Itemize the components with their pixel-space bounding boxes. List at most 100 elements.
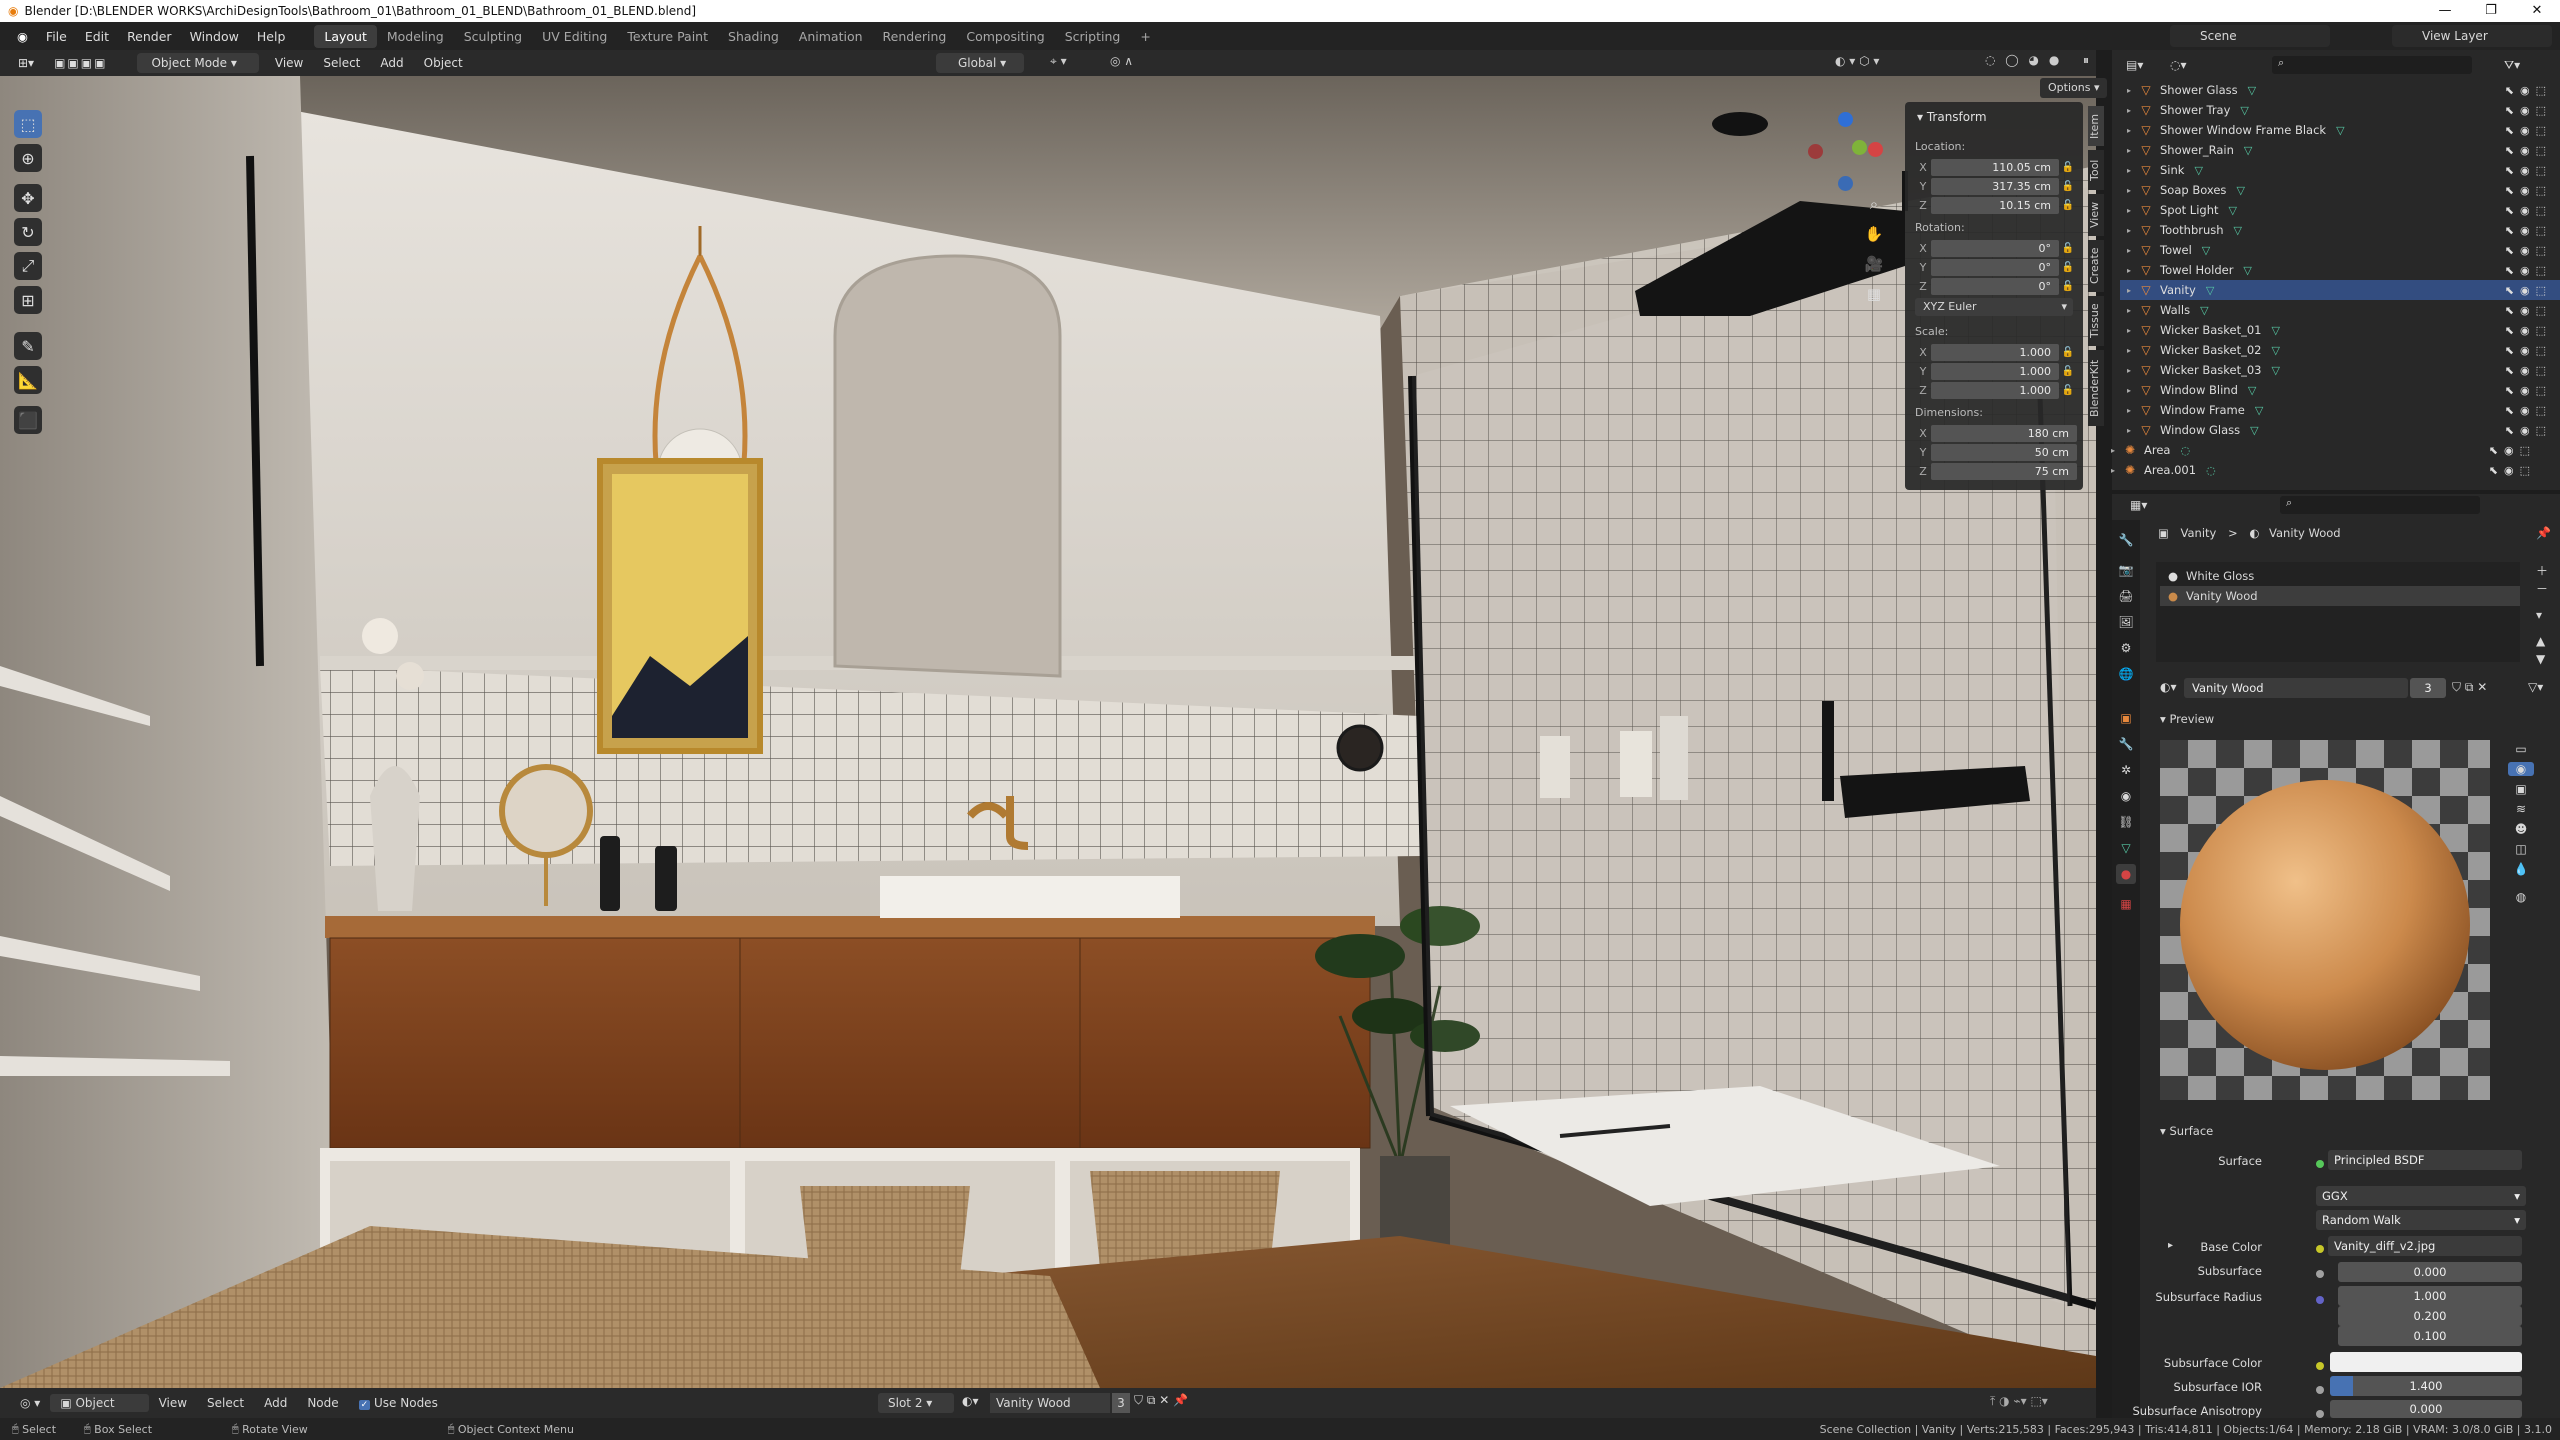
gizmo-z-icon[interactable] bbox=[1838, 112, 1853, 127]
outliner-item[interactable]: ▸ ▽ Window Glass ▽ ⬉◉⬚ bbox=[2120, 420, 2560, 440]
transform-tool[interactable]: ⊞ bbox=[14, 286, 42, 314]
lock-icon[interactable]: 🔓 bbox=[2059, 385, 2077, 396]
preview-fluid-icon[interactable]: 💧 bbox=[2508, 862, 2534, 876]
minimize-button[interactable]: — bbox=[2422, 0, 2468, 22]
expand-arrow-icon[interactable]: ▸ bbox=[2104, 446, 2122, 455]
expand-arrow-icon[interactable]: ▸ bbox=[2120, 86, 2138, 95]
rotation-y-field[interactable]: 0° bbox=[1931, 258, 2059, 276]
location-x-field[interactable]: 110.05 cm bbox=[1931, 158, 2059, 176]
expand-arrow-icon[interactable]: ▸ bbox=[2120, 106, 2138, 115]
visibility-toggles[interactable]: ⬉◉⬚ bbox=[2489, 464, 2536, 477]
menu-view[interactable]: View bbox=[149, 1396, 197, 1410]
menu-help[interactable]: Help bbox=[248, 29, 295, 44]
options-dropdown[interactable]: Options ▾ bbox=[2040, 78, 2108, 98]
tab-item[interactable]: Item bbox=[2088, 106, 2104, 146]
object-properties-icon[interactable]: ▣ bbox=[2116, 708, 2136, 728]
radius-y-field[interactable]: 0.200 bbox=[2338, 1306, 2522, 1326]
particles-icon[interactable]: ✲ bbox=[2116, 760, 2136, 780]
preview-world-icon[interactable]: ◍ bbox=[2508, 890, 2534, 904]
cursor-tool[interactable]: ⊕ bbox=[14, 144, 42, 172]
tab-scripting[interactable]: Scripting bbox=[1055, 25, 1131, 48]
add-workspace-button[interactable]: + bbox=[1130, 25, 1160, 48]
outliner-item[interactable]: ▸ ▽ Towel ▽ ⬉◉⬚ bbox=[2120, 240, 2560, 260]
material-name-field[interactable]: Vanity Wood bbox=[990, 1393, 1110, 1413]
camera-view-icon[interactable]: 🎥 bbox=[1862, 252, 1886, 276]
lock-icon[interactable]: 🔓 bbox=[2059, 200, 2077, 211]
preview-flat-icon[interactable]: ▭ bbox=[2508, 742, 2534, 756]
outliner-item[interactable]: ▸ ▽ Shower_Rain ▽ ⬉◉⬚ bbox=[2120, 140, 2560, 160]
menu-window[interactable]: Window bbox=[181, 29, 248, 44]
outliner-item[interactable]: ▸ ▽ Shower Window Frame Black ▽ ⬉◉⬚ bbox=[2120, 120, 2560, 140]
physics-icon[interactable]: ◉ bbox=[2116, 786, 2136, 806]
tab-animation[interactable]: Animation bbox=[789, 25, 873, 48]
surface-header[interactable]: ▾ Surface bbox=[2160, 1124, 2213, 1138]
outliner-item[interactable]: ▸ ▽ Spot Light ▽ ⬉◉⬚ bbox=[2120, 200, 2560, 220]
render-properties-icon[interactable]: 📷 bbox=[2116, 560, 2136, 580]
scale-z-field[interactable]: 1.000 bbox=[1931, 381, 2059, 399]
menu-select[interactable]: Select bbox=[313, 53, 370, 73]
expand-arrow-icon[interactable]: ▸ bbox=[2120, 326, 2138, 335]
material-name-field[interactable]: Vanity Wood bbox=[2184, 678, 2408, 698]
data-properties-icon[interactable]: ▽ bbox=[2116, 838, 2136, 858]
visibility-toggles[interactable]: ⬉◉⬚ bbox=[2505, 284, 2552, 297]
location-z-field[interactable]: 10.15 cm bbox=[1931, 196, 2059, 214]
subsurface-color-swatch[interactable] bbox=[2330, 1352, 2522, 1372]
tab-uv-editing[interactable]: UV Editing bbox=[532, 25, 617, 48]
menu-node[interactable]: Node bbox=[297, 1396, 348, 1410]
overlay-icon[interactable]: ◐ ▾ ⬡ ▾ bbox=[1835, 54, 1879, 68]
outliner-item[interactable]: ▸ ▽ Wicker Basket_02 ▽ ⬉◉⬚ bbox=[2120, 340, 2560, 360]
gizmo-y-icon[interactable] bbox=[1852, 140, 1867, 155]
blender-menu-icon[interactable]: ◉ bbox=[8, 29, 37, 44]
subsurface-anisotropy-field[interactable]: 0.000 bbox=[2330, 1400, 2522, 1418]
preview-sphere-icon[interactable]: ◉ bbox=[2508, 762, 2534, 776]
outliner-item[interactable]: ▸ ▽ Walls ▽ ⬉◉⬚ bbox=[2120, 300, 2560, 320]
transform-header[interactable]: ▾ Transform bbox=[1911, 108, 2077, 134]
visibility-toggles[interactable]: ⬉◉⬚ bbox=[2505, 84, 2552, 97]
slot-vanity-wood[interactable]: ● Vanity Wood bbox=[2160, 586, 2520, 606]
zoom-icon[interactable]: ⌕ bbox=[1862, 192, 1886, 216]
menu-object[interactable]: Object bbox=[414, 53, 473, 73]
display-mode-icon[interactable]: ◌▾ bbox=[2170, 58, 2187, 72]
add-cube-tool[interactable]: ⬛ bbox=[14, 406, 42, 434]
transform-orientation-dropdown[interactable]: Global ▾ bbox=[936, 53, 1025, 73]
visibility-toggles[interactable]: ⬉◉⬚ bbox=[2505, 264, 2552, 277]
visibility-toggles[interactable]: ⬉◉⬚ bbox=[2505, 164, 2552, 177]
preview-shape-icons[interactable]: ▭ ◉ ▣ ≋ ☻ ◫ 💧 ◍ bbox=[2508, 742, 2534, 904]
visibility-toggles[interactable]: ⬉◉⬚ bbox=[2505, 124, 2552, 137]
visibility-toggles[interactable]: ⬉◉⬚ bbox=[2505, 344, 2552, 357]
tab-blenderkit[interactable]: BlenderKit bbox=[2088, 350, 2104, 426]
pin-icon[interactable]: 📌 bbox=[2536, 526, 2551, 540]
expand-arrow-icon[interactable]: ▸ bbox=[2120, 426, 2138, 435]
rotate-tool[interactable]: ↻ bbox=[14, 218, 42, 246]
menu-file[interactable]: File bbox=[37, 29, 76, 44]
view-layer-selector[interactable]: View Layer bbox=[2392, 25, 2552, 47]
scene-properties-icon[interactable]: ⚙ bbox=[2116, 638, 2136, 658]
expand-arrow-icon[interactable]: ▸ bbox=[2120, 266, 2138, 275]
outliner-item[interactable]: ▸ ▽ Toothbrush ▽ ⬉◉⬚ bbox=[2120, 220, 2560, 240]
editor-type-icon[interactable]: ◎ ▾ bbox=[10, 1396, 50, 1410]
gizmo-neg-y-icon[interactable] bbox=[1838, 176, 1853, 191]
visibility-toggles[interactable]: ⬉◉⬚ bbox=[2505, 304, 2552, 317]
lock-icon[interactable]: 🔓 bbox=[2059, 366, 2077, 377]
outliner-item[interactable]: ▸ ▽ Vanity ▽ ⬉◉⬚ bbox=[2120, 280, 2560, 300]
expand-arrow-icon[interactable]: ▸ bbox=[2120, 366, 2138, 375]
expand-arrow-icon[interactable]: ▸ bbox=[2120, 306, 2138, 315]
material-properties-icon[interactable]: ● bbox=[2116, 864, 2136, 884]
outliner-item[interactable]: ▸ ▽ Shower Tray ▽ ⬉◉⬚ bbox=[2120, 100, 2560, 120]
tab-shading[interactable]: Shading bbox=[718, 25, 789, 48]
filter-icon[interactable]: ⛛▾ bbox=[2504, 58, 2520, 73]
expand-arrow-icon[interactable]: ▸ bbox=[2120, 166, 2138, 175]
outliner-item[interactable]: ▸ ✺ Area ◌ ⬉◉⬚ bbox=[2104, 440, 2544, 460]
outliner-item[interactable]: ▸ ▽ Sink ▽ ⬉◉⬚ bbox=[2120, 160, 2560, 180]
pan-hand-icon[interactable]: ✋ bbox=[1862, 222, 1886, 246]
menu-render[interactable]: Render bbox=[118, 29, 181, 44]
preview-cloth-icon[interactable]: ◫ bbox=[2508, 842, 2534, 856]
lock-icon[interactable]: 🔓 bbox=[2059, 243, 2077, 254]
slot-dropdown[interactable]: Slot 2 ▾ bbox=[878, 1393, 954, 1413]
tab-sculpting[interactable]: Sculpting bbox=[454, 25, 532, 48]
subsurface-method-dropdown[interactable]: Random Walk ▾ bbox=[2316, 1210, 2526, 1230]
menu-select[interactable]: Select bbox=[197, 1396, 254, 1410]
properties-editor-icon[interactable]: ▦▾ bbox=[2130, 498, 2147, 512]
location-y-field[interactable]: 317.35 cm bbox=[1931, 177, 2059, 195]
slot-specials-icon[interactable]: ▾ bbox=[2536, 608, 2542, 622]
